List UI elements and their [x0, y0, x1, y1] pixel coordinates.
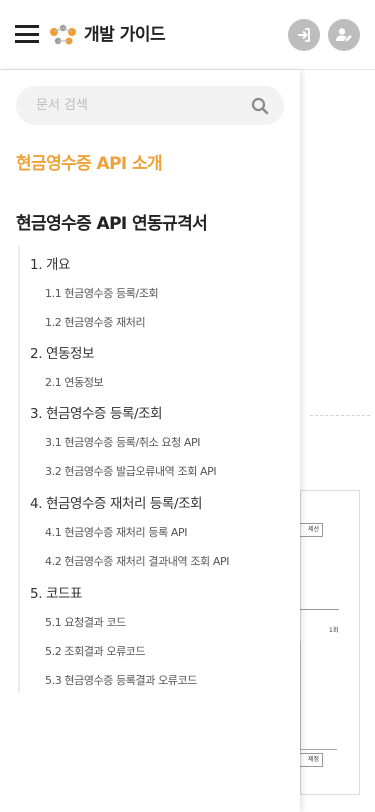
toc-item[interactable]: 1.2 현금영수증 재처리	[45, 314, 146, 330]
search-icon[interactable]	[250, 96, 270, 116]
toc-item[interactable]: 2.1 연동정보	[45, 374, 104, 390]
spec-title[interactable]: 현금영수증 API 연동규격서	[16, 212, 208, 236]
toc-item[interactable]: 5. 코드표	[30, 582, 82, 602]
diagram-box: 제선	[300, 523, 323, 537]
toc-item[interactable]: 3. 현금영수증 등록/조회	[30, 402, 163, 422]
diagram-frame: 제선 1회 제정	[300, 490, 360, 795]
diagram-box: 제정	[300, 753, 323, 767]
login-button[interactable]	[288, 19, 320, 51]
signup-button[interactable]	[328, 19, 360, 51]
user-edit-icon	[336, 28, 352, 42]
diagram-line	[300, 749, 337, 750]
toc-item[interactable]: 5.3 현금영수증 등록결과 오류코드	[45, 672, 197, 688]
diagram-line	[300, 609, 339, 610]
app-header: 개발 가이드	[0, 0, 375, 70]
table-of-contents: 1. 개요 1.1 현금영수증 등록/조회 1.2 현금영수증 재처리 2. 연…	[18, 246, 288, 693]
search-box	[16, 86, 284, 125]
toc-item[interactable]: 5.2 조회결과 오류코드	[45, 643, 146, 659]
toc-item[interactable]: 3.2 현금영수증 발급오류내역 조회 API	[45, 463, 217, 479]
toc-item[interactable]: 1. 개요	[30, 253, 70, 273]
toc-item[interactable]: 5.1 요청결과 코드	[45, 614, 126, 630]
search-input[interactable]	[36, 86, 246, 125]
toc-item[interactable]: 4.2 현금영수증 재처리 결과내역 조회 API	[45, 553, 229, 569]
sidebar-drawer: 현금영수증 API 소개 현금영수증 API 연동규격서 1. 개요 1.1 현…	[0, 70, 300, 812]
toc-item[interactable]: 4. 현금영수증 재처리 등록/조회	[30, 492, 203, 512]
site-title[interactable]: 개발 가이드	[84, 24, 166, 46]
toc-item[interactable]: 1.1 현금영수증 등록/조회	[45, 285, 159, 301]
toc-item[interactable]: 2. 연동정보	[30, 342, 94, 362]
hamburger-menu-icon[interactable]	[15, 25, 39, 43]
logo-icon[interactable]	[49, 24, 77, 46]
divider	[310, 415, 370, 416]
login-icon	[298, 28, 310, 42]
toc-item[interactable]: 3.1 현금영수증 등록/취소 요청 API	[45, 434, 201, 450]
document-content-background: 제선 1회 제정	[300, 70, 375, 812]
intro-link[interactable]: 현금영수증 API 소개	[16, 152, 163, 176]
diagram-note: 1회	[329, 627, 339, 634]
diagram-line	[300, 641, 301, 751]
toc-item[interactable]: 4.1 현금영수증 재처리 등록 API	[45, 524, 187, 540]
